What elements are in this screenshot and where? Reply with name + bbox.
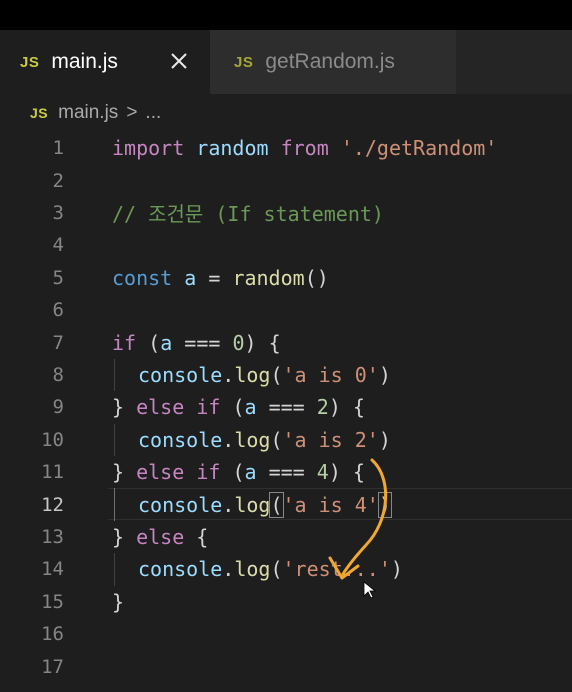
js-file-icon: JS [30, 105, 49, 121]
line-number: 5 [52, 266, 64, 289]
code-text: import random from './getRandom' [112, 136, 498, 161]
line-number: 16 [41, 623, 64, 646]
code-line[interactable]: 15 } [0, 586, 572, 618]
code-line[interactable]: 13 } else { [0, 521, 572, 553]
code-line[interactable]: 14 console.log('rest...') [0, 553, 572, 585]
line-number: 6 [52, 299, 64, 322]
code-text: console.log('a is 0') [138, 362, 391, 387]
code-line[interactable]: 2 [0, 164, 572, 196]
code-text: const a = random() [112, 265, 329, 290]
line-number: 9 [52, 396, 64, 419]
js-file-icon: JS [20, 53, 40, 71]
breadcrumb-more[interactable]: ... [145, 102, 161, 124]
line-number: 7 [52, 331, 64, 354]
code-line[interactable]: 16 [0, 618, 572, 650]
code-text: console.log('a is 4') [138, 491, 392, 518]
line-number: 12 [41, 493, 64, 516]
code-line[interactable]: 4 [0, 229, 572, 261]
js-file-icon: JS [234, 53, 254, 71]
line-number: 13 [41, 525, 64, 548]
matched-bracket: ) [377, 491, 392, 518]
code-line-current[interactable]: 12 console.log('a is 4') [0, 488, 572, 520]
code-line[interactable]: 5 const a = random() [0, 262, 572, 294]
tab-label: getRandom.js [265, 50, 395, 73]
code-line[interactable]: 6 [0, 294, 572, 326]
tab-getrandom-js[interactable]: JS getRandom.js [210, 30, 456, 94]
code-text: console.log('rest...') [138, 557, 403, 582]
tab-label: main.js [51, 50, 118, 73]
code-editor[interactable]: 1 import random from './getRandom' 2 3 /… [0, 132, 572, 692]
line-number: 11 [41, 461, 64, 484]
code-line[interactable]: 10 console.log('a is 2') [0, 424, 572, 456]
code-text: } else if (a === 4) { [112, 460, 365, 485]
code-line[interactable]: 3 // 조건문 (If statement) [0, 197, 572, 229]
window-top-bar [0, 0, 572, 30]
line-number: 17 [41, 655, 64, 678]
breadcrumb: JS main.js > ... [30, 98, 161, 128]
code-text: } else { [112, 524, 209, 549]
line-number: 10 [41, 428, 64, 451]
code-line[interactable]: 7 if (a === 0) { [0, 326, 572, 358]
code-line[interactable]: 11 } else if (a === 4) { [0, 456, 572, 488]
matched-bracket: ( [269, 491, 284, 518]
code-text: if (a === 0) { [112, 330, 281, 355]
line-number: 4 [52, 234, 64, 257]
breadcrumb-file[interactable]: main.js [58, 102, 118, 124]
line-number: 3 [52, 201, 64, 224]
line-number: 8 [52, 363, 64, 386]
code-text: } [112, 589, 125, 614]
line-number: 1 [52, 137, 64, 160]
line-number: 2 [52, 169, 64, 192]
code-line[interactable]: 9 } else if (a === 2) { [0, 391, 572, 423]
code-text: console.log('a is 2') [138, 427, 391, 452]
code-comment: // 조건문 (If statement) [112, 202, 384, 227]
line-number: 15 [41, 590, 64, 613]
code-line[interactable]: 8 console.log('a is 0') [0, 359, 572, 391]
close-icon[interactable] [166, 48, 192, 74]
editor-tab-bar: JS main.js JS getRandom.js [0, 30, 572, 94]
code-line[interactable]: 1 import random from './getRandom' [0, 132, 572, 164]
code-line[interactable]: 17 [0, 650, 572, 682]
code-text: } else if (a === 2) { [112, 395, 365, 420]
chevron-right-icon: > [126, 102, 138, 123]
tab-main-js[interactable]: JS main.js [0, 30, 210, 94]
line-number: 14 [41, 558, 64, 581]
